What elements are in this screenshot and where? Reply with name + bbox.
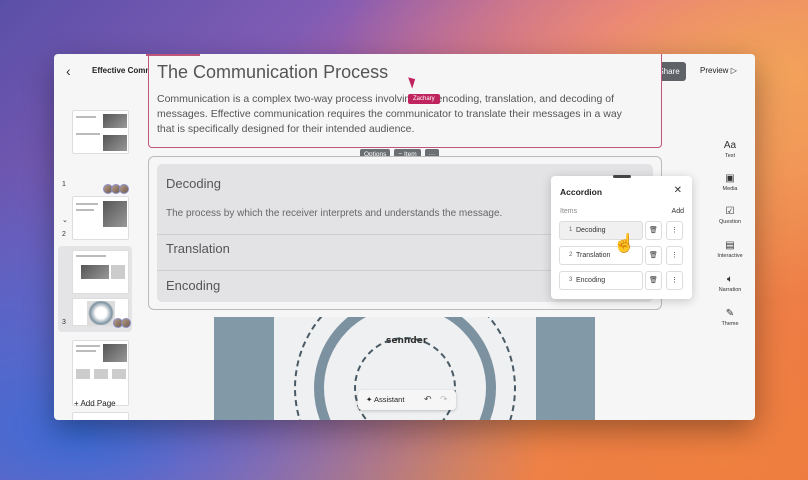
- slide-thumbnail-1[interactable]: [72, 110, 129, 154]
- slide-thumbnail-3[interactable]: [72, 250, 129, 294]
- delete-icon[interactable]: 🗑︎: [645, 246, 662, 265]
- item-number: 1: [569, 227, 573, 233]
- slide-thumbnail-5[interactable]: [72, 412, 129, 420]
- close-icon[interactable]: ✕: [674, 185, 682, 196]
- slide-body-text[interactable]: Communication is a complex two-way proce…: [157, 92, 637, 137]
- delete-icon[interactable]: 🗑︎: [645, 221, 662, 240]
- panel-item-encoding[interactable]: 3 Encoding: [559, 271, 643, 290]
- rail-media[interactable]: ▣ Media: [714, 173, 746, 192]
- interactive-icon: ▤: [725, 240, 735, 251]
- rail-theme[interactable]: ✎ Theme: [714, 308, 746, 327]
- slide-sidebar: 1 ⌄ 2 3 + Add Page: [54, 88, 142, 420]
- preview-label: Preview: [700, 66, 729, 75]
- add-item-button[interactable]: Add: [672, 208, 684, 215]
- add-page-label: Add Page: [80, 399, 116, 408]
- avatar: [121, 318, 131, 328]
- slide-number: 1: [62, 181, 66, 188]
- text-icon: Aa: [723, 140, 737, 151]
- question-icon: ☑: [725, 206, 735, 217]
- accordion-item-title[interactable]: Encoding: [166, 278, 220, 293]
- avatar: [119, 184, 129, 194]
- sparkle-icon: ✦: [366, 395, 373, 404]
- assistant-bar: ✦ Assistant ↶ ↷: [358, 390, 456, 410]
- diagram-label: sennder: [386, 336, 428, 346]
- collapse-chevron-icon[interactable]: ⌄: [62, 216, 68, 224]
- slide-title[interactable]: The Communication Process: [157, 62, 388, 83]
- slide-thumbnail-4[interactable]: [72, 340, 129, 406]
- drag-handle[interactable]: [613, 175, 631, 178]
- reorder-handle-icon[interactable]: ⋮: [666, 221, 683, 240]
- preview-button[interactable]: Preview ▷: [700, 66, 737, 75]
- delete-icon[interactable]: 🗑︎: [645, 271, 662, 290]
- assistant-label: Assistant: [373, 395, 405, 404]
- reorder-handle-icon[interactable]: ⋮: [666, 246, 683, 265]
- panel-title: Accordion: [560, 187, 603, 197]
- rail-label: Theme: [721, 321, 739, 327]
- collaborator-selection-bar: [146, 54, 200, 56]
- undo-icon[interactable]: ↶: [424, 394, 432, 405]
- item-label: Decoding: [576, 227, 606, 234]
- assistant-button[interactable]: ✦ Assistant: [366, 395, 404, 404]
- item-number: 3: [569, 277, 573, 283]
- accordion-item-title[interactable]: Decoding: [166, 176, 221, 191]
- rail-label: Question: [718, 219, 741, 225]
- slide-number: 2: [62, 231, 66, 238]
- item-number: 2: [569, 252, 573, 258]
- rail-interactive[interactable]: ▤ Interactive: [714, 240, 746, 259]
- play-icon: ▷: [730, 66, 737, 75]
- reorder-handle-icon[interactable]: ⋮: [666, 271, 683, 290]
- collaborator-cursor-label: Zachary: [408, 94, 440, 104]
- rail-label: Narration: [718, 287, 742, 293]
- speaker-icon: 🔈︎: [727, 274, 733, 285]
- text-block[interactable]: The Communication Process Communication …: [148, 54, 662, 148]
- rail-text[interactable]: Aa Text: [714, 140, 746, 159]
- rail-question[interactable]: ☑ Question: [714, 206, 746, 225]
- plus-icon: +: [74, 399, 79, 408]
- add-page-button[interactable]: + Add Page: [74, 399, 116, 408]
- editor-window: ‹ Effective Communication Skills in the …: [54, 54, 755, 420]
- hand-cursor-icon: ☝: [613, 233, 636, 253]
- slide-thumbnail-2[interactable]: [72, 196, 129, 240]
- item-label: Translation: [576, 252, 611, 259]
- accordion-item-title[interactable]: Translation: [166, 241, 230, 256]
- rail-label: Text: [724, 153, 736, 159]
- back-arrow-icon[interactable]: ‹: [66, 63, 71, 79]
- rail-label: Interactive: [717, 253, 743, 259]
- media-icon: ▣: [725, 173, 735, 184]
- item-label: Encoding: [576, 277, 606, 284]
- rail-label: Media: [722, 186, 738, 192]
- brush-icon: ✎: [725, 308, 735, 319]
- accordion-item-description: The process by which the receiver interp…: [166, 208, 503, 219]
- slide-number: 3: [62, 319, 66, 326]
- rail-narration[interactable]: 🔈︎ Narration: [714, 274, 746, 293]
- items-label: Items: [560, 208, 578, 215]
- redo-icon[interactable]: ↷: [440, 394, 448, 405]
